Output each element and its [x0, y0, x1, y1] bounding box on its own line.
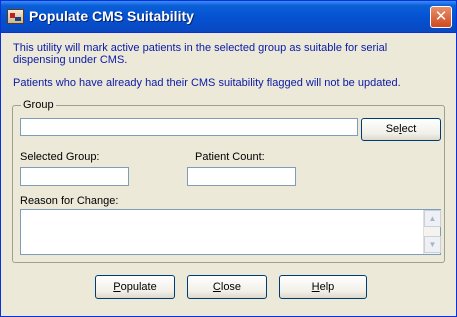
window-title: Populate CMS Suitability	[29, 8, 194, 24]
populate-accelerator: P	[113, 281, 121, 293]
group-box-label: Group	[21, 99, 56, 111]
reason-label: Reason for Change:	[20, 195, 119, 207]
app-icon	[7, 9, 24, 24]
title-bar[interactable]: Populate CMS Suitability ✕	[1, 1, 456, 33]
patient-count-label: Patient Count:	[195, 151, 265, 163]
select-button-label-start: Se	[385, 123, 400, 135]
close-button[interactable]: Close	[187, 275, 267, 299]
description-line-2: Patients who have already had their CMS …	[13, 77, 401, 89]
populate-label: opulate	[120, 281, 157, 293]
group-input[interactable]	[20, 118, 358, 136]
description-line-1: This utility will mark active patients i…	[13, 42, 388, 66]
close-icon: ✕	[434, 8, 448, 25]
reason-textarea[interactable]	[20, 209, 441, 255]
help-button[interactable]: Help	[279, 275, 367, 299]
select-button[interactable]: Select	[361, 118, 441, 141]
scroll-up-icon[interactable]: ▲	[424, 210, 441, 227]
selected-group-field[interactable]	[20, 167, 129, 186]
patient-count-field[interactable]	[187, 167, 296, 186]
close-accelerator: C	[212, 281, 221, 293]
dialog-window: Populate CMS Suitability ✕ This utility …	[0, 0, 457, 317]
reason-scrollbar[interactable]: ▲ ▼	[423, 210, 441, 254]
close-window-button[interactable]: ✕	[430, 6, 452, 28]
help-label: elp	[319, 281, 335, 293]
selected-group-label: Selected Group:	[20, 151, 100, 163]
close-label: lose	[220, 281, 242, 293]
populate-button[interactable]: Populate	[95, 275, 175, 299]
scroll-down-icon[interactable]: ▼	[424, 236, 441, 253]
help-accelerator: H	[311, 281, 320, 293]
select-button-label-end: ect	[401, 123, 417, 135]
